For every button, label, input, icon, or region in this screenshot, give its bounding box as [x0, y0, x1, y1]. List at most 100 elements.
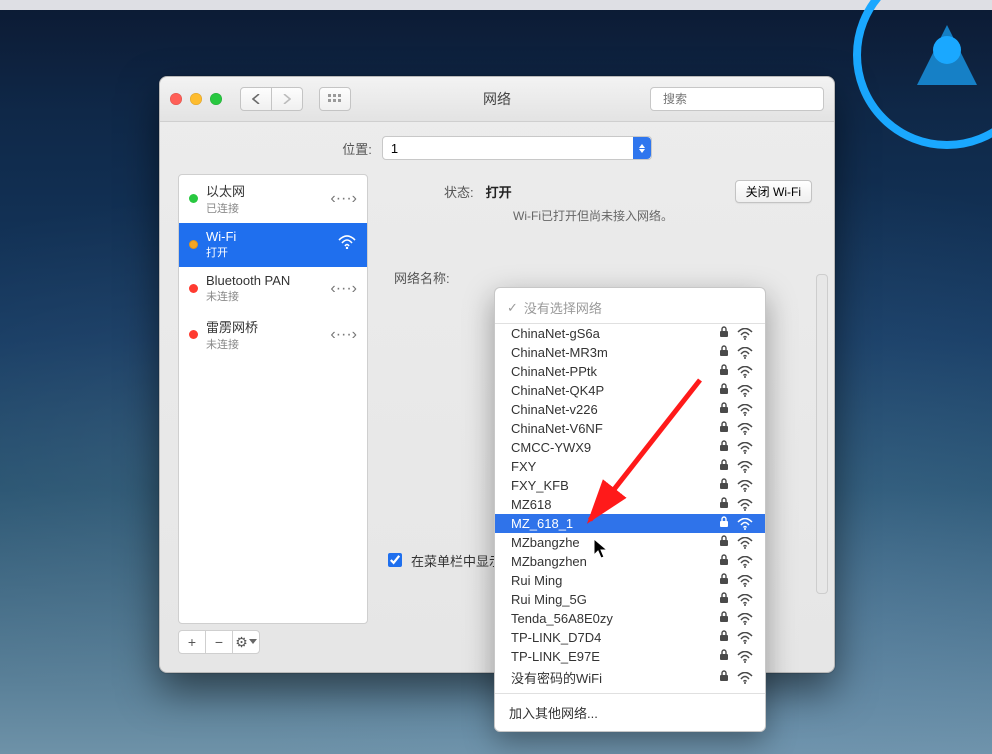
- lock-icon: [719, 516, 729, 531]
- sidebar-controls: + − ⚙: [178, 630, 260, 654]
- add-interface-button[interactable]: +: [179, 631, 206, 653]
- close-window-button[interactable]: [170, 93, 182, 105]
- ethernet-icon: ‹···›: [330, 280, 357, 298]
- network-dropdown: ✓ 没有选择网络 ChinaNet-gS6aChinaNet-MR3mChina…: [494, 287, 766, 732]
- network-option[interactable]: MZbangzhe: [495, 533, 765, 552]
- sidebar-item-wi-fi[interactable]: Wi-Fi打开: [179, 223, 367, 267]
- lock-icon: [719, 611, 729, 626]
- status-label: 状态:: [444, 182, 474, 201]
- configure-interface-button[interactable]: ⚙: [233, 631, 259, 653]
- wifi-signal-icon: [737, 404, 753, 416]
- minimize-window-button[interactable]: [190, 93, 202, 105]
- wifi-signal-icon: [737, 461, 753, 473]
- scrollbar[interactable]: [816, 274, 828, 594]
- zoom-window-button[interactable]: [210, 93, 222, 105]
- network-option[interactable]: ChinaNet-MR3m: [495, 343, 765, 362]
- wifi-signal-icon: [737, 651, 753, 663]
- network-ssid: TP-LINK_D7D4: [511, 630, 719, 645]
- forward-button[interactable]: [272, 87, 303, 111]
- network-name-label: 网络名称:: [394, 264, 450, 287]
- wifi-signal-icon: [737, 328, 753, 340]
- network-option[interactable]: MZbangzhen: [495, 552, 765, 571]
- network-option[interactable]: MZ618: [495, 495, 765, 514]
- wifi-signal-icon: [737, 423, 753, 435]
- status-dot-icon: [189, 194, 198, 203]
- location-dropdown[interactable]: 1: [382, 136, 652, 160]
- toggle-wifi-button[interactable]: 关闭 Wi-Fi: [735, 180, 812, 203]
- wifi-signal-icon: [737, 575, 753, 587]
- network-option[interactable]: Rui Ming: [495, 571, 765, 590]
- dropdown-header: ✓ 没有选择网络: [495, 292, 765, 324]
- sidebar-item--[interactable]: 以太网已连接‹···›: [179, 175, 367, 223]
- lock-icon: [719, 592, 729, 607]
- lock-icon: [719, 440, 729, 455]
- search-input[interactable]: [661, 91, 820, 107]
- show-all-button[interactable]: [319, 87, 351, 111]
- network-ssid: TP-LINK_E97E: [511, 649, 719, 664]
- interface-name: 以太网: [206, 181, 245, 200]
- network-option[interactable]: Rui Ming_5G: [495, 590, 765, 609]
- lock-icon: [719, 535, 729, 550]
- lock-icon: [719, 402, 729, 417]
- network-ssid: ChinaNet-V6NF: [511, 421, 719, 436]
- location-label: 位置:: [342, 139, 372, 158]
- lock-icon: [719, 383, 729, 398]
- dropdown-separator: [495, 693, 765, 694]
- network-option[interactable]: TP-LINK_E97E: [495, 647, 765, 666]
- wifi-signal-icon: [737, 556, 753, 568]
- network-option[interactable]: FXY: [495, 457, 765, 476]
- network-option[interactable]: ChinaNet-PPtk: [495, 362, 765, 381]
- wifi-signal-icon: [737, 518, 753, 530]
- lock-icon: [719, 573, 729, 588]
- nav-buttons: [240, 87, 303, 111]
- network-option[interactable]: 没有密码的WiFi: [495, 666, 765, 689]
- sidebar-item--[interactable]: 雷雳网桥未连接‹···›: [179, 311, 367, 359]
- network-option[interactable]: FXY_KFB: [495, 476, 765, 495]
- join-other-option[interactable]: 加入其他网络...: [495, 698, 765, 727]
- network-ssid: Rui Ming_5G: [511, 592, 719, 607]
- location-row: 位置: 1: [160, 122, 834, 174]
- watermark-emblem: [847, 0, 992, 155]
- network-ssid: ChinaNet-v226: [511, 402, 719, 417]
- network-option[interactable]: CMCC-YWX9: [495, 438, 765, 457]
- network-option[interactable]: ChinaNet-v226: [495, 400, 765, 419]
- interface-name: 雷雳网桥: [206, 317, 258, 336]
- status-dot-icon: [189, 330, 198, 339]
- network-option[interactable]: MZ_618_1: [495, 514, 765, 533]
- wifi-signal-icon: [737, 537, 753, 549]
- search-field[interactable]: [650, 87, 824, 111]
- ethernet-icon: ‹···›: [330, 326, 357, 344]
- wifi-signal-icon: [737, 613, 753, 625]
- status-value: 打开: [486, 182, 512, 201]
- sidebar-item-bluetooth-pan[interactable]: Bluetooth PAN未连接‹···›: [179, 267, 367, 311]
- network-ssid: ChinaNet-QK4P: [511, 383, 719, 398]
- wifi-signal-icon: [737, 672, 753, 684]
- network-option[interactable]: ChinaNet-QK4P: [495, 381, 765, 400]
- wifi-signal-icon: [737, 594, 753, 606]
- lock-icon: [719, 497, 729, 512]
- wifi-signal-icon: [737, 499, 753, 511]
- network-option[interactable]: Tenda_56A8E0zy: [495, 609, 765, 628]
- network-ssid: Rui Ming: [511, 573, 719, 588]
- dropdown-endcap-icon: [633, 137, 651, 159]
- network-option[interactable]: ChinaNet-V6NF: [495, 419, 765, 438]
- lock-icon: [719, 364, 729, 379]
- lock-icon: [719, 649, 729, 664]
- network-ssid: Tenda_56A8E0zy: [511, 611, 719, 626]
- lock-icon: [719, 459, 729, 474]
- back-button[interactable]: [240, 87, 272, 111]
- wifi-signal-icon: [737, 442, 753, 454]
- network-option[interactable]: TP-LINK_D7D4: [495, 628, 765, 647]
- network-option[interactable]: ChinaNet-gS6a: [495, 324, 765, 343]
- lock-icon: [719, 345, 729, 360]
- show-in-menubar-checkbox[interactable]: [388, 553, 402, 567]
- lock-icon: [719, 478, 729, 493]
- wifi-signal-icon: [737, 480, 753, 492]
- network-ssid: FXY: [511, 459, 719, 474]
- remove-interface-button[interactable]: −: [206, 631, 233, 653]
- lock-icon: [719, 670, 729, 685]
- interface-list: 以太网已连接‹···›Wi-Fi打开Bluetooth PAN未连接‹···›雷…: [178, 174, 368, 624]
- status-dot-icon: [189, 284, 198, 293]
- network-ssid: MZbangzhe: [511, 535, 719, 550]
- network-ssid: MZ_618_1: [511, 516, 719, 531]
